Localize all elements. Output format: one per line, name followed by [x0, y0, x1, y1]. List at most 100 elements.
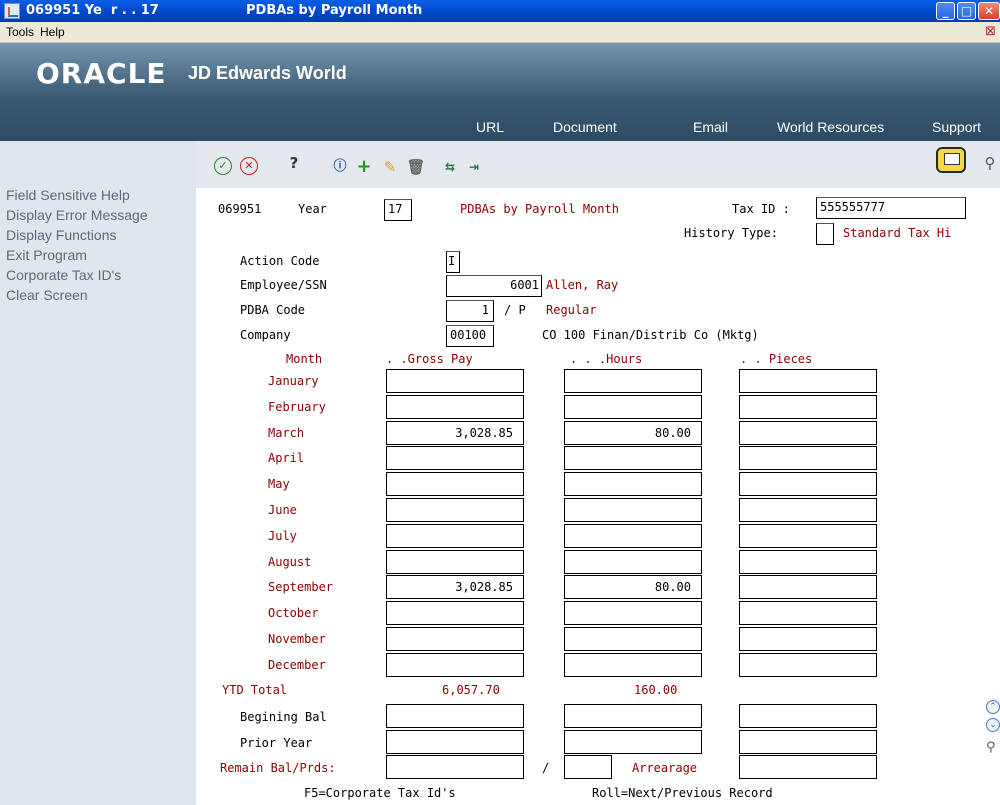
beg-bal-gross[interactable] — [386, 704, 524, 728]
month-gross-field[interactable] — [386, 395, 524, 419]
remain-bal-label: Remain Bal/Prds: — [220, 761, 336, 775]
remain-bal-field[interactable] — [386, 755, 524, 779]
prior-year-pieces[interactable] — [739, 730, 877, 754]
ok-icon[interactable]: ✓ — [214, 157, 232, 175]
month-gross-field[interactable] — [386, 627, 524, 651]
prior-year-hours[interactable] — [564, 730, 702, 754]
month-pieces-field[interactable] — [739, 550, 877, 574]
menu-help[interactable]: Help — [40, 25, 65, 39]
month-gross-field[interactable] — [386, 446, 524, 470]
nav-email[interactable]: Email — [693, 119, 728, 135]
prior-year-gross[interactable] — [386, 730, 524, 754]
month-hours-field[interactable] — [564, 472, 702, 496]
month-gross-field[interactable] — [386, 369, 524, 393]
export-icon[interactable]: ⇥ — [464, 157, 484, 177]
month-pieces-field[interactable] — [739, 524, 877, 548]
inquire-icon[interactable]: ⚲ — [986, 740, 996, 755]
exit-display-functions[interactable]: Display Functions — [0, 225, 196, 245]
month-hours-field[interactable] — [564, 601, 702, 625]
month-label: March — [268, 426, 305, 440]
month-gross-field[interactable]: 3,028.85 — [386, 575, 524, 599]
help-icon[interactable]: ? — [284, 153, 304, 173]
delete-icon[interactable]: 🗑 — [406, 157, 426, 177]
copy-icon[interactable]: ⇆ — [440, 157, 460, 177]
month-gross-field[interactable] — [386, 550, 524, 574]
employee-field[interactable]: 6001 — [446, 275, 542, 297]
month-gross-field[interactable] — [386, 472, 524, 496]
remain-periods-field[interactable] — [564, 755, 612, 779]
history-type-field[interactable] — [816, 223, 834, 245]
month-pieces-field[interactable] — [739, 369, 877, 393]
month-gross-field[interactable] — [386, 653, 524, 677]
footer-roll: Roll=Next/Previous Record — [592, 786, 773, 800]
month-pieces-field[interactable] — [739, 601, 877, 625]
month-gross-field[interactable] — [386, 524, 524, 548]
action-code-field[interactable]: I — [446, 251, 460, 273]
arrearage-field[interactable] — [739, 755, 877, 779]
pdba-code-field[interactable]: 1 — [446, 300, 494, 322]
month-pieces-field[interactable] — [739, 421, 877, 445]
history-type-desc: Standard Tax Hi — [843, 226, 952, 240]
month-hours-field[interactable] — [564, 498, 702, 522]
nav-support[interactable]: Support — [932, 119, 981, 135]
app-icon[interactable] — [4, 3, 20, 19]
month-pieces-field[interactable] — [739, 627, 877, 651]
close-icon: ✕ — [983, 4, 995, 18]
month-label: September — [268, 580, 334, 594]
menu-tools[interactable]: Tools — [6, 25, 34, 39]
beg-bal-pieces[interactable] — [739, 704, 877, 728]
exit-program[interactable]: Exit Program — [0, 245, 196, 265]
window-title-left: 069951 Ye r . . 17 — [26, 3, 159, 18]
month-hours-field[interactable] — [564, 446, 702, 470]
maximize-icon: □ — [960, 4, 973, 18]
menu-bar: Tools Help ⊠ — [0, 22, 1000, 43]
edit-icon[interactable]: ✎ — [380, 157, 400, 177]
month-hours-field[interactable] — [564, 395, 702, 419]
arrearage-label: Arrearage — [632, 761, 698, 775]
month-hours-field[interactable]: 80.00 — [564, 575, 702, 599]
exit-display-error-message[interactable]: Display Error Message — [0, 205, 196, 225]
add-icon[interactable]: + — [354, 157, 374, 177]
close-button[interactable]: ✕ — [978, 2, 1000, 20]
year-label: Year — [298, 202, 327, 216]
scroll-down-icon[interactable]: ⌄ — [986, 718, 1000, 732]
year-field[interactable]: 17 — [384, 199, 412, 221]
search-icon[interactable]: ⚲ — [980, 153, 1000, 173]
month-hours-field[interactable] — [564, 369, 702, 393]
exit-corporate-tax-ids[interactable]: Corporate Tax ID's — [0, 265, 196, 285]
company-desc: CO 100 Finan/Distrib Co (Mktg) — [542, 328, 759, 342]
info-icon[interactable]: ⓘ — [330, 157, 350, 177]
tax-id-field[interactable]: 555555777 — [816, 197, 966, 219]
month-pieces-field[interactable] — [739, 395, 877, 419]
product-name: JD Edwards World — [188, 63, 347, 83]
month-gross-field[interactable] — [386, 498, 524, 522]
month-pieces-field[interactable] — [739, 446, 877, 470]
cancel-icon[interactable]: ✕ — [240, 157, 258, 175]
col-hours-header: . . .Hours — [570, 352, 643, 366]
ytd-gross: 6,057.70 — [442, 683, 500, 697]
month-hours-field[interactable] — [564, 524, 702, 548]
month-hours-field[interactable]: 80.00 — [564, 421, 702, 445]
nav-document[interactable]: Document — [553, 119, 617, 135]
scroll-up-icon[interactable]: ⌃ — [986, 700, 1000, 714]
menu-logo-icon: ⊠ — [985, 24, 996, 39]
oracle-logo: ORACLE — [36, 57, 167, 90]
month-hours-field[interactable] — [564, 653, 702, 677]
company-field[interactable]: 00100 — [446, 325, 494, 347]
month-pieces-field[interactable] — [739, 498, 877, 522]
exit-clear-screen[interactable]: Clear Screen — [0, 285, 196, 305]
month-pieces-field[interactable] — [739, 653, 877, 677]
nav-url[interactable]: URL — [476, 119, 504, 135]
messages-icon[interactable] — [936, 147, 966, 173]
month-gross-field[interactable] — [386, 601, 524, 625]
minimize-button[interactable]: _ — [936, 2, 955, 20]
maximize-button[interactable]: □ — [957, 2, 976, 20]
month-pieces-field[interactable] — [739, 472, 877, 496]
month-hours-field[interactable] — [564, 627, 702, 651]
nav-world-resources[interactable]: World Resources — [777, 119, 884, 135]
beg-bal-hours[interactable] — [564, 704, 702, 728]
exit-field-sensitive-help[interactable]: Field Sensitive Help — [0, 185, 196, 205]
month-hours-field[interactable] — [564, 550, 702, 574]
month-pieces-field[interactable] — [739, 575, 877, 599]
month-gross-field[interactable]: 3,028.85 — [386, 421, 524, 445]
